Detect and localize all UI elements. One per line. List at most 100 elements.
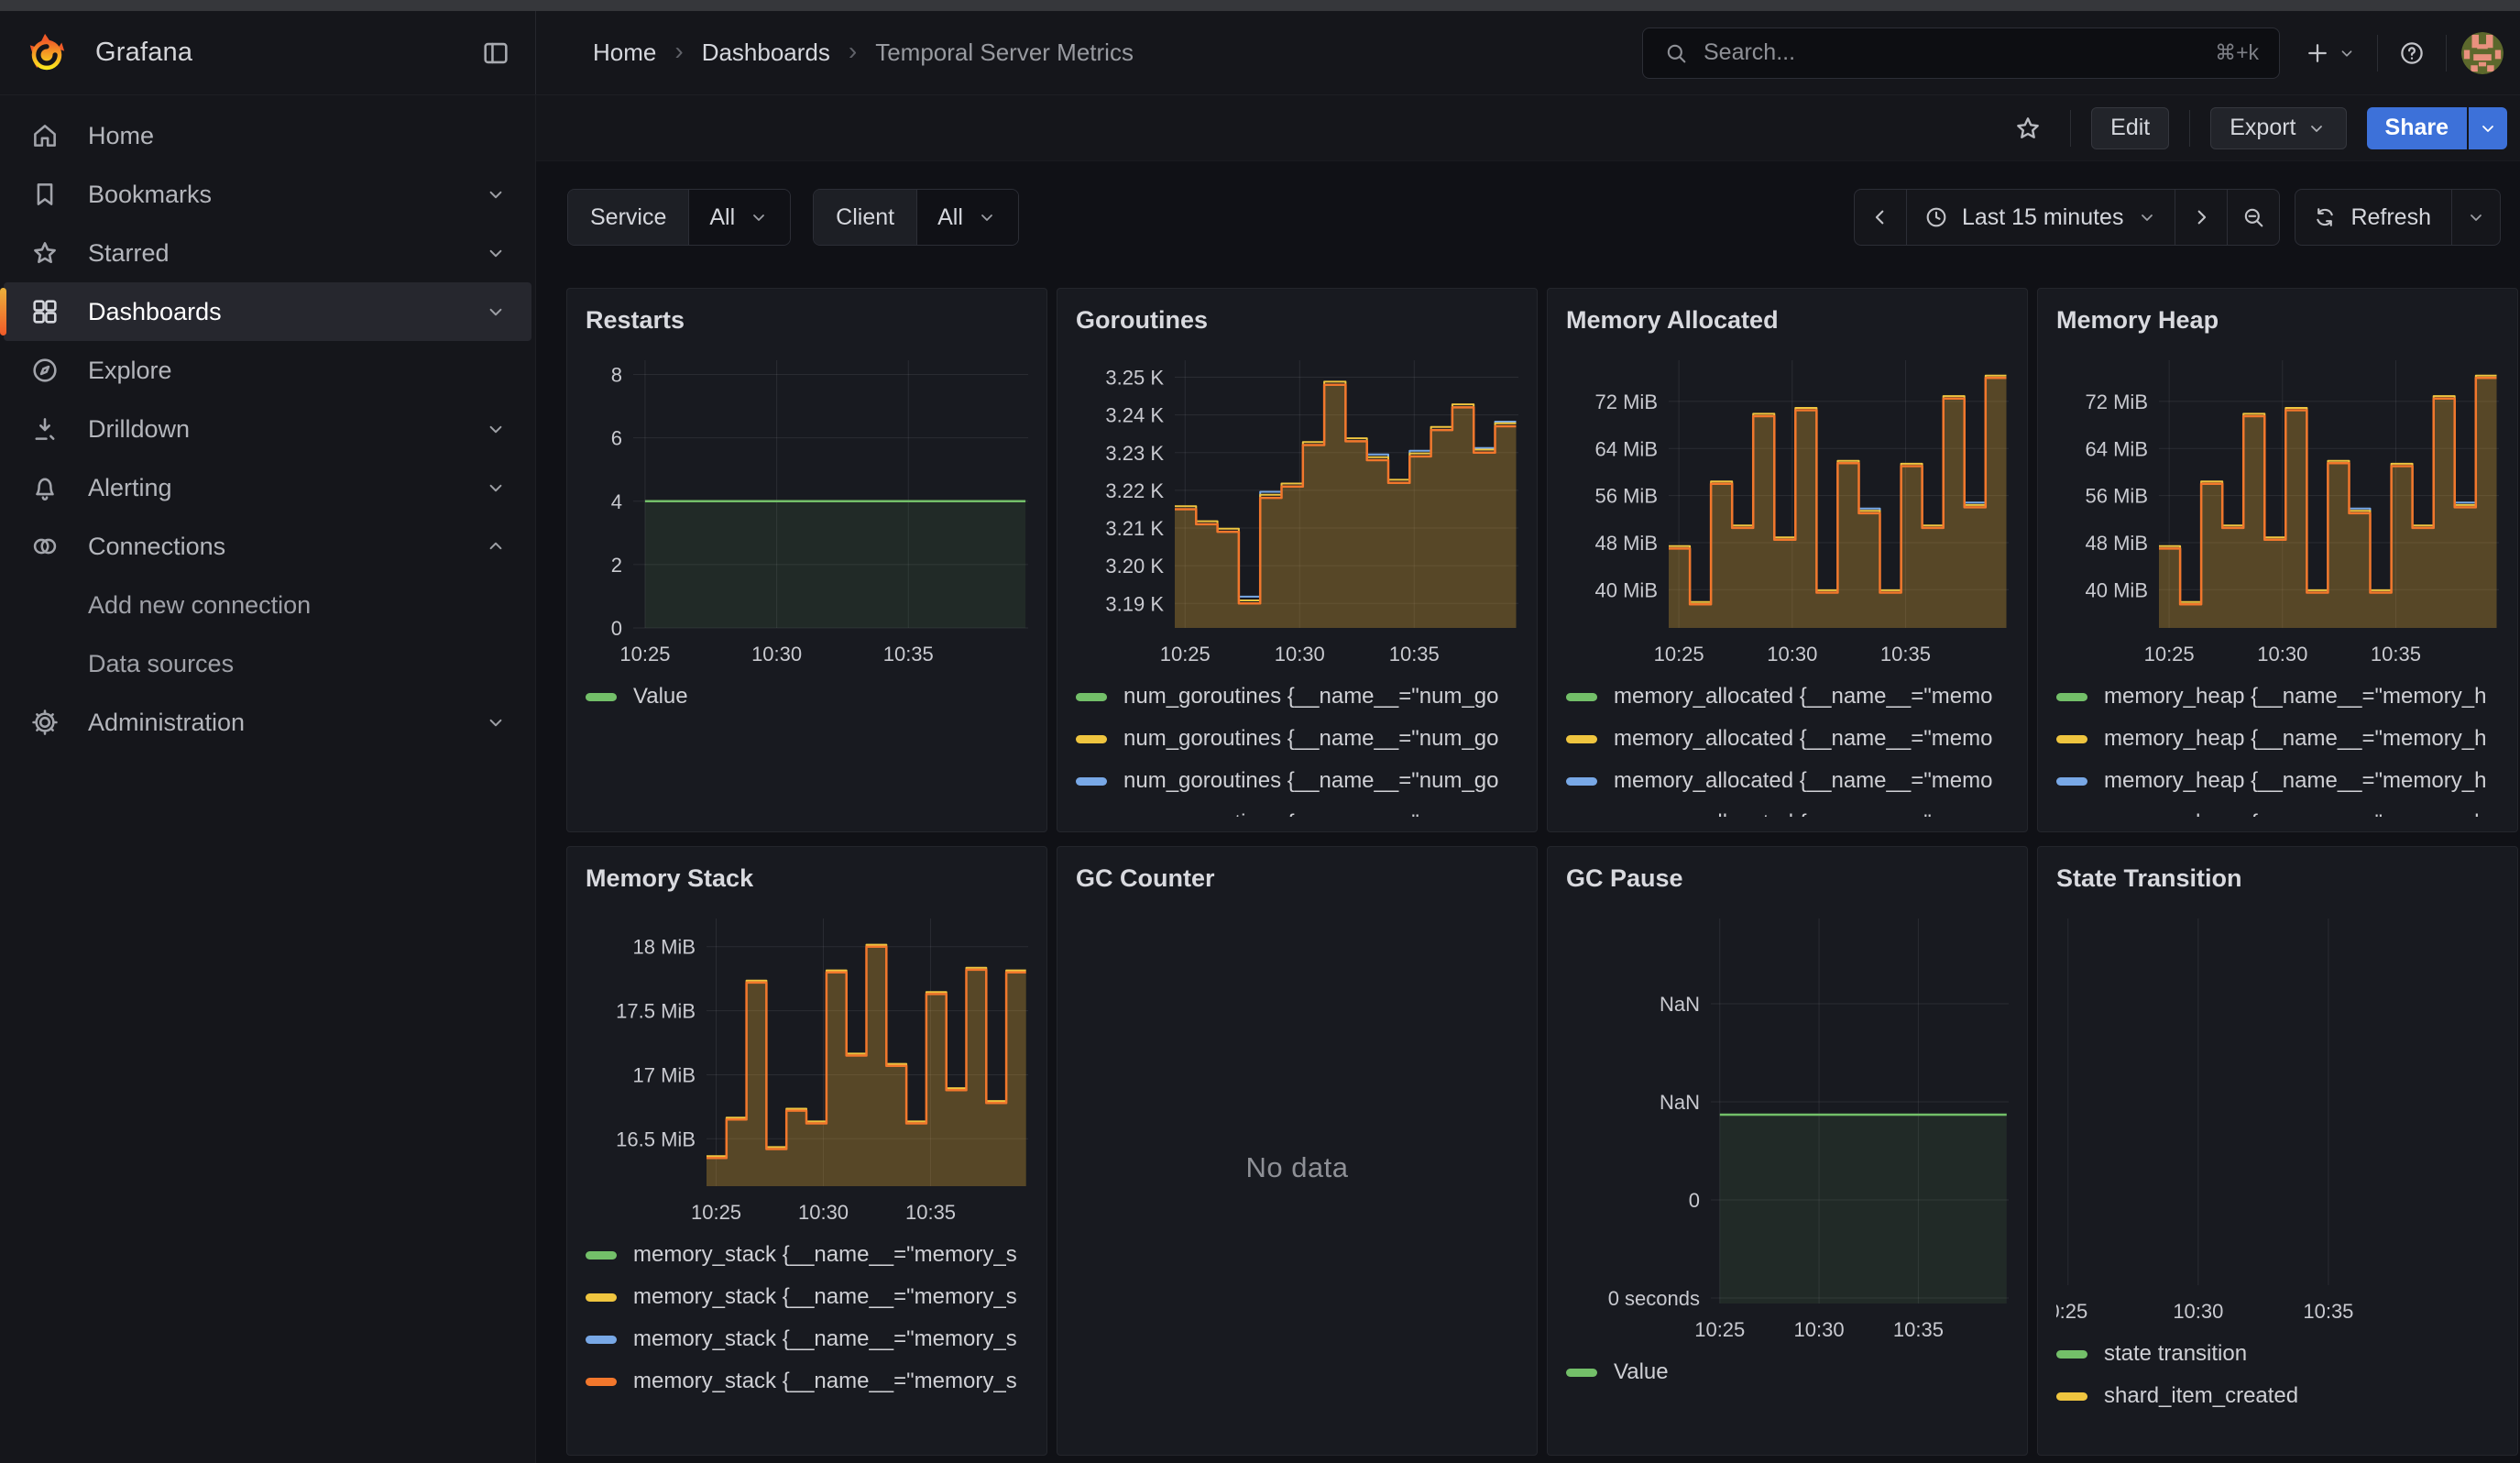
legend-item[interactable]: memory_allocated {__name__="memo: [1566, 802, 2009, 817]
legend-label: num_goroutines {__name__="num_go: [1123, 684, 1499, 710]
chevron-down-icon: [484, 241, 508, 265]
breadcrumb-item: Temporal Server Metrics: [875, 38, 1134, 67]
add-button[interactable]: [2298, 39, 2362, 67]
sidebar-item-home[interactable]: Home: [4, 106, 531, 165]
legend-item[interactable]: memory_allocated {__name__="memo: [1566, 718, 2009, 760]
share-button[interactable]: Share: [2367, 107, 2467, 149]
export-button[interactable]: Export: [2210, 107, 2346, 149]
time-forward-button[interactable]: [2175, 190, 2227, 245]
svg-text:10:35: 10:35: [905, 1201, 956, 1224]
legend-item[interactable]: memory_stack {__name__="memory_s: [586, 1318, 1028, 1360]
svg-text:10:30: 10:30: [798, 1201, 849, 1224]
svg-text:0:25: 0:25: [2056, 1300, 2087, 1323]
breadcrumb-separator: ›: [849, 37, 857, 66]
legend-item[interactable]: memory_allocated {__name__="memo: [1566, 760, 2009, 802]
legend-label: memory_allocated {__name__="memo: [1614, 768, 1992, 794]
variable-value: All: [937, 204, 963, 231]
legend-item[interactable]: memory_allocated {__name__="memo: [1566, 676, 2009, 718]
legend-item[interactable]: memory_stack {__name__="memory_s: [586, 1360, 1028, 1402]
svg-text:18 MiB: 18 MiB: [633, 936, 696, 959]
share-menu-button[interactable]: [2469, 107, 2507, 149]
panel-legend: memory_heap {__name__="memory_hmemory_he…: [2056, 676, 2499, 817]
panel-legend: num_goroutines {__name__="num_gonum_goro…: [1076, 676, 1518, 817]
legend-item[interactable]: state transition: [2056, 1333, 2499, 1375]
panel-title[interactable]: State Transition: [2056, 862, 2499, 895]
breadcrumb-item[interactable]: Home: [593, 38, 656, 67]
refresh-icon: [2312, 204, 2338, 230]
zoom-out-button[interactable]: [2227, 190, 2279, 245]
legend-item[interactable]: memory_stack {__name__="memory_s: [586, 1276, 1028, 1318]
time-range-picker[interactable]: Last 15 minutes: [1906, 190, 2175, 245]
sidebar-collapse-icon[interactable]: [480, 38, 511, 69]
sidebar-item-bookmarks[interactable]: Bookmarks: [4, 165, 531, 224]
legend-item[interactable]: memory_heap {__name__="memory_h: [2056, 802, 2499, 817]
legend-item[interactable]: num_goroutines {__name__="num_go: [1076, 802, 1518, 817]
search-input[interactable]: Search... ⌘+k: [1642, 28, 2280, 79]
legend-item[interactable]: Value: [1566, 1351, 2009, 1393]
chevron-down-icon: [484, 710, 508, 734]
avatar[interactable]: [2461, 32, 2504, 74]
time-range-label: Last 15 minutes: [1962, 204, 2124, 231]
chart-restarts: 0246810:2510:3010:35: [586, 360, 1028, 672]
svg-text:56 MiB: 56 MiB: [2086, 485, 2148, 508]
time-back-button[interactable]: [1855, 190, 1906, 245]
panel-title[interactable]: Memory Heap: [2056, 303, 2499, 336]
chart-memory-allocated: 40 MiB48 MiB56 MiB64 MiB72 MiB10:2510:30…: [1566, 360, 2009, 672]
sidebar-item-dashboards[interactable]: Dashboards: [4, 282, 531, 341]
legend-label: shard_item_created: [2104, 1383, 2298, 1409]
sidebar-item-label: Explore: [88, 357, 172, 385]
link-icon: [29, 531, 60, 562]
sidebar-item-label: Starred: [88, 239, 170, 268]
panel-title[interactable]: Memory Stack: [586, 862, 1028, 895]
breadcrumb-item[interactable]: Dashboards: [702, 38, 830, 67]
breadcrumb: Home›Dashboards›Temporal Server Metrics: [593, 38, 1134, 68]
sidebar-item-label: Data sources: [88, 650, 234, 678]
chart-goroutines: 3.19 K3.20 K3.21 K3.22 K3.23 K3.24 K3.25…: [1076, 360, 1518, 672]
panel-title[interactable]: GC Pause: [1566, 862, 2009, 895]
legend-item[interactable]: memory_heap {__name__="memory_h: [2056, 718, 2499, 760]
legend-item[interactable]: num_goroutines {__name__="num_go: [1076, 718, 1518, 760]
legend-item[interactable]: shard_item_created: [2056, 1375, 2499, 1417]
sidebar-item-starred[interactable]: Starred: [4, 224, 531, 282]
svg-text:72 MiB: 72 MiB: [2086, 390, 2148, 413]
chevron-down-icon: [2465, 206, 2487, 228]
refresh-interval-button[interactable]: [2451, 190, 2500, 245]
legend-item[interactable]: memory_stack {__name__="memory_s: [586, 1234, 1028, 1276]
svg-text:0: 0: [1689, 1189, 1700, 1212]
sidebar-item-data-sources[interactable]: Data sources: [4, 634, 531, 693]
variable-value-dropdown[interactable]: All: [689, 190, 790, 245]
svg-text:10:35: 10:35: [2303, 1300, 2353, 1323]
panel-title[interactable]: Restarts: [586, 303, 1028, 336]
variable-value-dropdown[interactable]: All: [917, 190, 1018, 245]
sidebar-item-administration[interactable]: Administration: [4, 693, 531, 752]
legend-item[interactable]: memory_heap {__name__="memory_h: [2056, 760, 2499, 802]
edit-button[interactable]: Edit: [2091, 107, 2169, 149]
sidebar-item-alerting[interactable]: Alerting: [4, 458, 531, 517]
bell-icon: [29, 472, 60, 503]
no-data-message: No data: [1076, 895, 1518, 1440]
svg-text:48 MiB: 48 MiB: [2086, 532, 2148, 555]
legend-item[interactable]: Value: [586, 676, 1028, 718]
legend-item[interactable]: num_goroutines {__name__="num_go: [1076, 760, 1518, 802]
chevron-down-icon: [748, 206, 770, 228]
svg-text:10:35: 10:35: [1389, 643, 1440, 666]
panel-legend: memory_allocated {__name__="memomemory_a…: [1566, 676, 2009, 817]
panel-title[interactable]: GC Counter: [1076, 862, 1518, 895]
refresh-button[interactable]: Refresh: [2295, 190, 2451, 245]
favorite-star-icon[interactable]: [2013, 114, 2043, 143]
legend-item[interactable]: memory_heap {__name__="memory_h: [2056, 676, 2499, 718]
sidebar-item-explore[interactable]: Explore: [4, 341, 531, 400]
sidebar-item-drilldown[interactable]: Drilldown: [4, 400, 531, 458]
app-header: Grafana Home›Dashboards›Temporal Server …: [0, 11, 2520, 95]
sidebar-item-connections[interactable]: Connections: [4, 517, 531, 576]
legend-item[interactable]: num_goroutines {__name__="num_go: [1076, 676, 1518, 718]
sidebar-item-add-new-connection[interactable]: Add new connection: [4, 576, 531, 634]
help-button[interactable]: [2393, 39, 2431, 67]
search-icon: [1663, 40, 1689, 66]
chevron-down-icon: [484, 300, 508, 324]
variable-label: Service: [568, 190, 689, 245]
panel-title[interactable]: Memory Allocated: [1566, 303, 2009, 336]
legend-swatch-icon: [1566, 735, 1597, 743]
legend-label: memory_heap {__name__="memory_h: [2104, 684, 2486, 710]
panel-title[interactable]: Goroutines: [1076, 303, 1518, 336]
